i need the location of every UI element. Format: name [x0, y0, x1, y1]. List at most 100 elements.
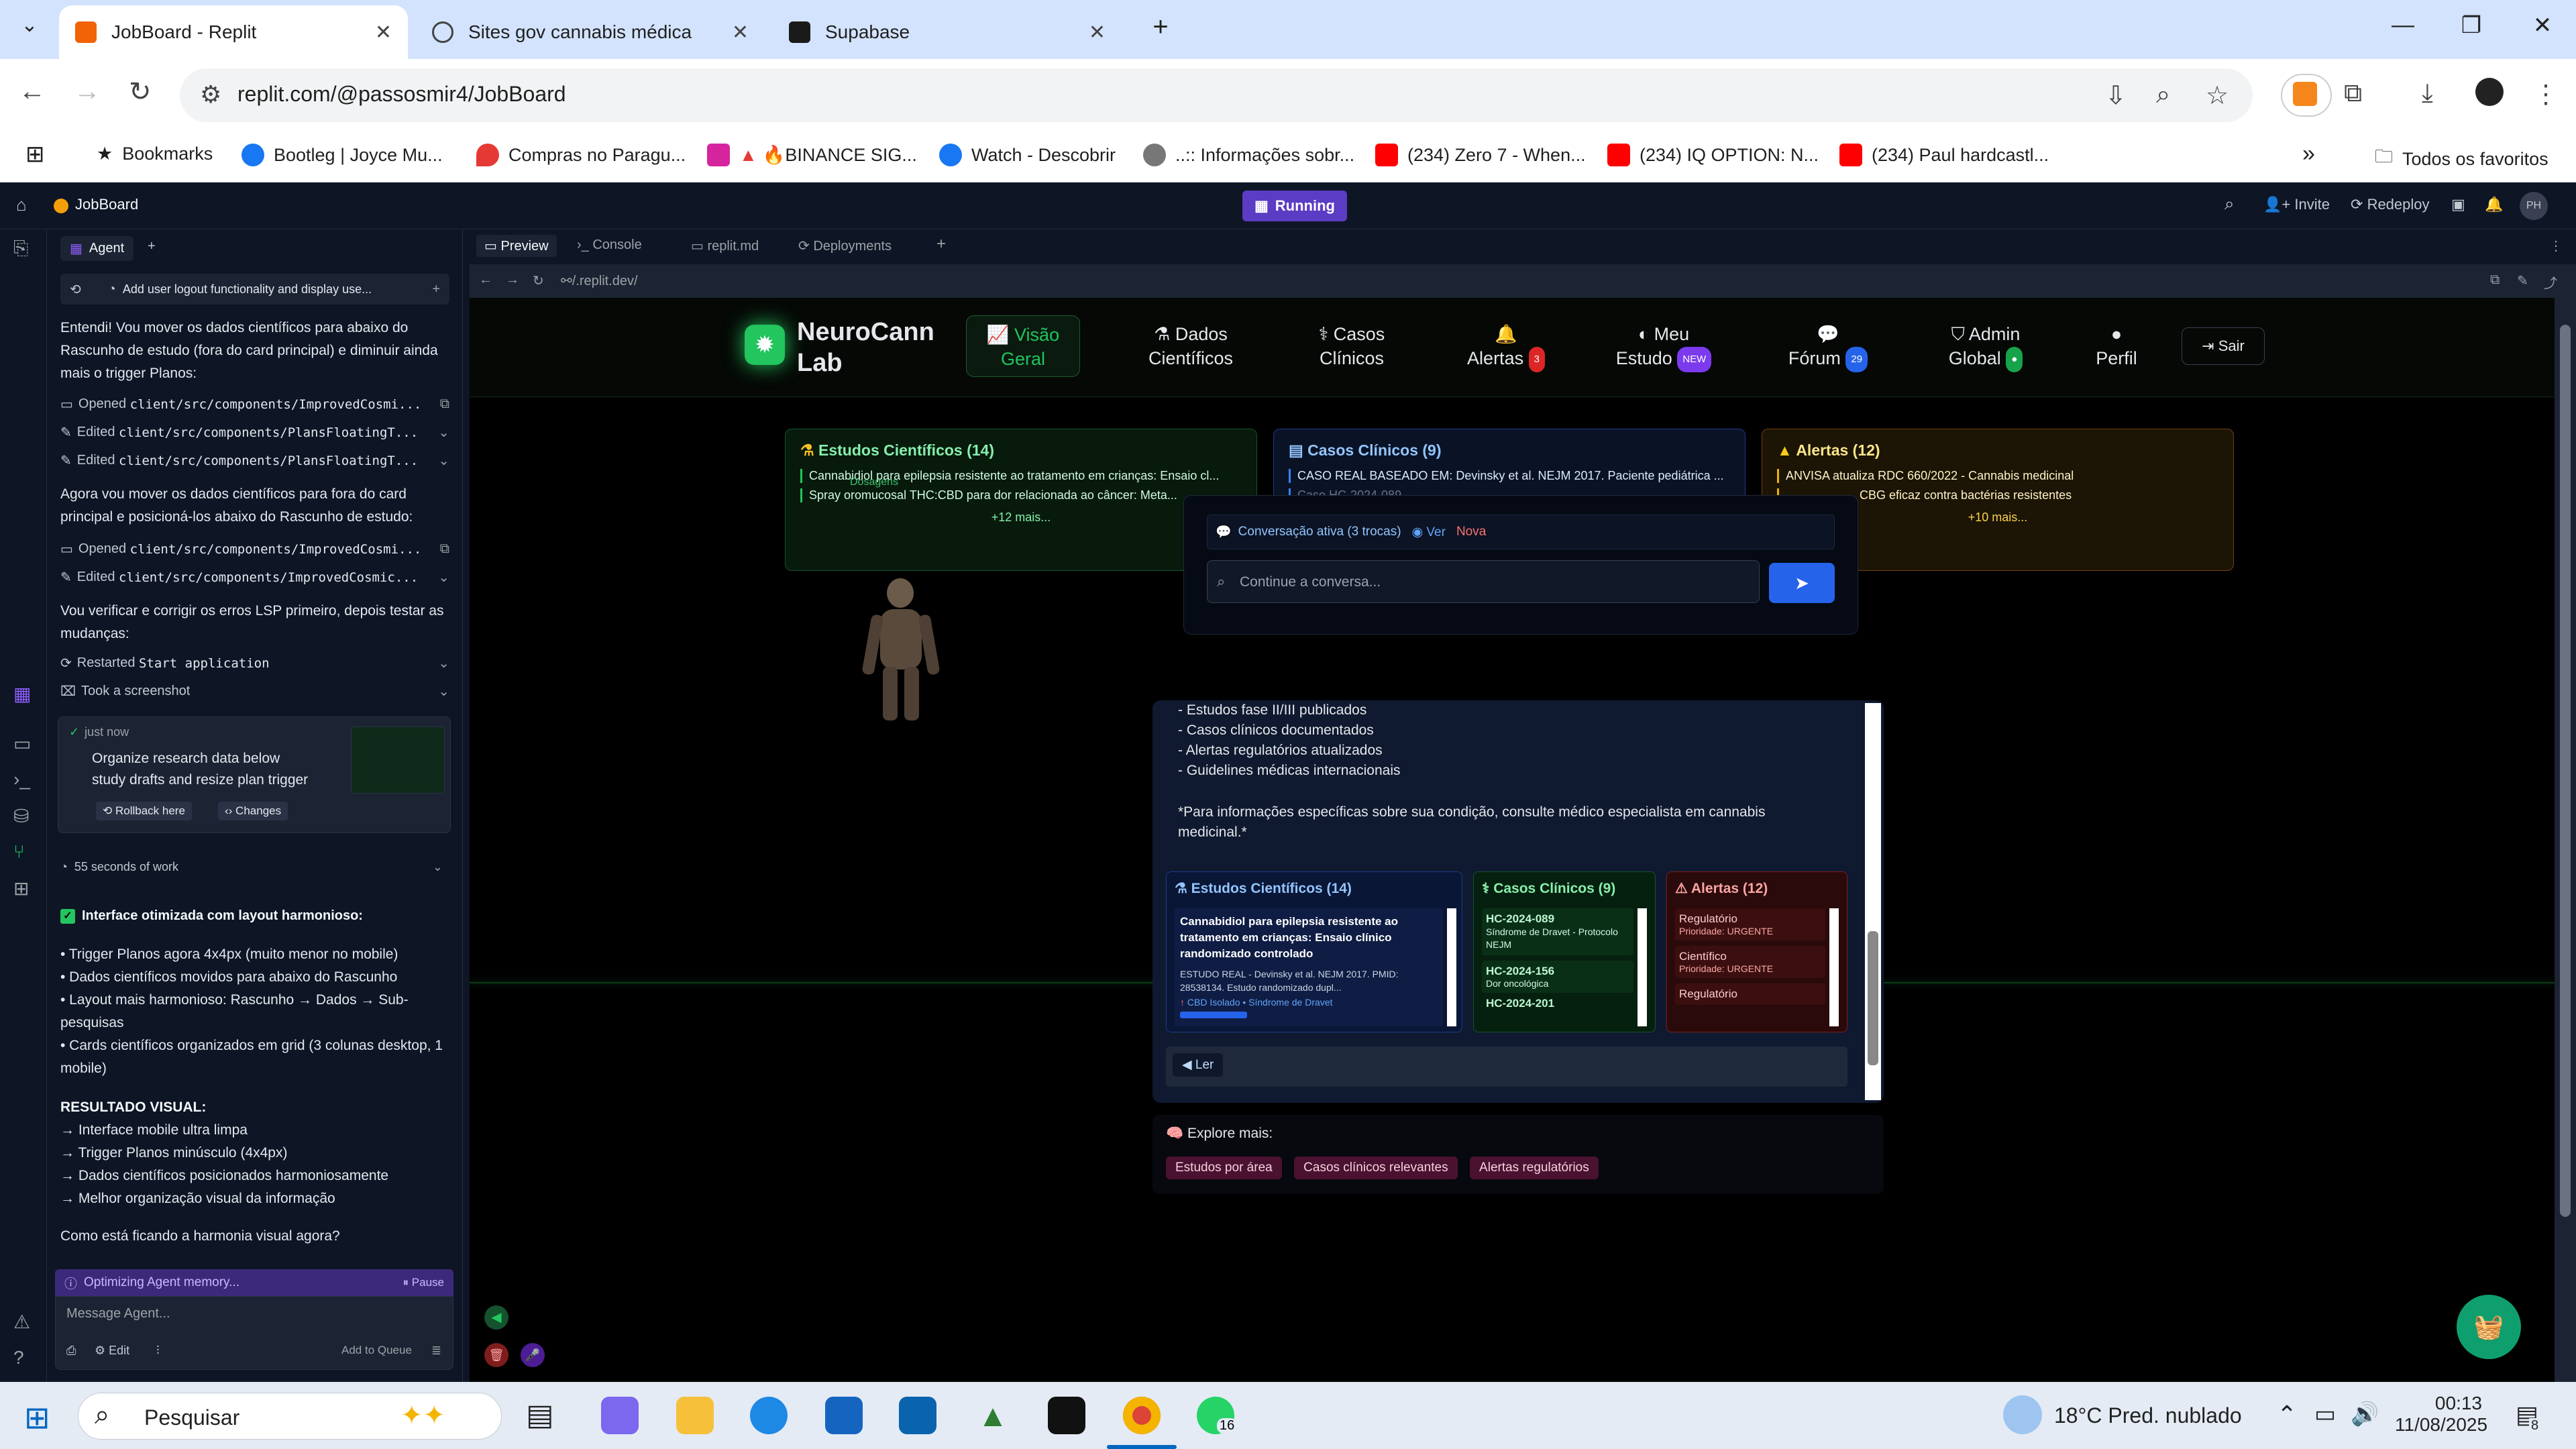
close-window-button[interactable]: ✕: [2522, 12, 2563, 39]
anatomy-figure-image[interactable]: [851, 572, 958, 726]
settings-icon[interactable]: ⫶: [156, 1344, 160, 1358]
action-row[interactable]: ⟳ Restarted Start application ⌄: [60, 655, 449, 672]
edit-icon[interactable]: ✎: [2517, 272, 2528, 289]
alerts-card-item[interactable]: ANVISA atualiza RDC 660/2022 - Cannabis …: [1777, 469, 2218, 483]
explore-chip[interactable]: Estudos por área: [1166, 1157, 1282, 1179]
task-view-icon[interactable]: ▤: [526, 1398, 554, 1432]
pause-button[interactable]: ⏸ Pause: [403, 1276, 444, 1289]
menu-icon[interactable]: ⋮: [2533, 79, 2559, 109]
help-icon[interactable]: ?: [13, 1347, 24, 1368]
mini-studies-scrollbar[interactable]: [1447, 908, 1456, 1026]
cases-card-item[interactable]: CASO REAL BASEADO EM: Devinsky et al. NE…: [1289, 469, 1730, 483]
back-icon[interactable]: ←: [19, 76, 46, 107]
preview-icon[interactable]: ▭: [13, 733, 31, 755]
attach-icon[interactable]: ⎙: [66, 1344, 76, 1358]
explore-chip[interactable]: Casos clínicos relevantes: [1294, 1157, 1458, 1179]
history-bar[interactable]: ⟲ ◔ Add user logout functionality and di…: [60, 274, 449, 305]
reload-icon[interactable]: ↻: [129, 76, 152, 107]
taskbar-search[interactable]: ⌕ Pesquisar ✦✦: [78, 1393, 502, 1440]
back-icon[interactable]: ←: [479, 272, 492, 288]
action-row[interactable]: ⌧ Took a screenshot ⌄: [60, 683, 449, 700]
url-field[interactable]: ⚙ replit.com/@passosmir4/JobBoard ⇩ ⌕ ☆: [180, 68, 2253, 122]
new-chat-icon[interactable]: +: [432, 282, 440, 297]
tray-chevron-icon[interactable]: ⌃: [2277, 1401, 2297, 1429]
bookmark-item[interactable]: (234) Zero 7 - When...: [1375, 144, 1586, 166]
tab-supabase[interactable]: Supabase ✕: [773, 5, 1122, 59]
chevron-down-icon[interactable]: ⌄: [438, 655, 449, 672]
bookmark-item[interactable]: ▲ 🔥BINANCE SIG...: [707, 144, 917, 166]
invite-button[interactable]: 👤+ Invite: [2263, 196, 2330, 213]
mini-case-item[interactable]: HC-2024-089 Síndrome de Dravet - Protoco…: [1482, 908, 1633, 955]
alert-icon[interactable]: ⚠: [13, 1311, 30, 1333]
chevron-down-icon[interactable]: ⌄: [438, 452, 449, 469]
mini-alert-type[interactable]: Regulatório: [1675, 983, 1825, 1005]
add-to-queue-button[interactable]: Add to Queue: [341, 1344, 412, 1357]
action-row[interactable]: ✎ Edited client/src/components/PlansFloat…: [60, 424, 449, 441]
whatsapp-icon[interactable]: 16: [1197, 1397, 1238, 1434]
action-row[interactable]: ✎ Edited client/src/components/PlansFloat…: [60, 452, 449, 469]
notification-icon[interactable]: ▤ 8: [2516, 1401, 2541, 1434]
outlook-icon[interactable]: [899, 1397, 936, 1434]
bookmark-item[interactable]: Watch - Descobrir: [939, 144, 1116, 166]
chevron-down-icon[interactable]: ⌄: [438, 683, 449, 700]
files-icon[interactable]: ⎘: [13, 237, 28, 260]
home-icon[interactable]: ⌂: [16, 195, 27, 215]
mini-cases-scrollbar[interactable]: [1638, 908, 1647, 1026]
volume-icon[interactable]: ◀: [484, 1305, 508, 1330]
profile-avatar[interactable]: [2475, 78, 2504, 106]
install-icon[interactable]: ⇩: [2105, 80, 2127, 111]
chevron-down-icon[interactable]: ⌄: [438, 569, 449, 586]
open-icon[interactable]: ⧉: [440, 396, 449, 412]
bookmark-item[interactable]: Compras no Paragu...: [476, 144, 686, 166]
star-icon[interactable]: ☆: [2206, 80, 2229, 111]
download-icon[interactable]: ⤓: [2422, 79, 2433, 108]
continue-input[interactable]: ⌕ Continue a conversa...: [1207, 560, 1760, 603]
pane-toggle-icon[interactable]: ▣: [2451, 196, 2465, 213]
nav-forum[interactable]: 💬 Fórum 29: [1771, 322, 1885, 372]
chevron-down-icon[interactable]: ⌄: [438, 424, 449, 441]
agent-icon[interactable]: ▦: [13, 683, 31, 705]
clock[interactable]: 00:13 11/08/2025: [2395, 1393, 2487, 1436]
bookmark-item[interactable]: Bootleg | Joyce Mu...: [241, 144, 443, 166]
rollback-button[interactable]: ⟲ Rollback here: [96, 802, 192, 820]
app-triangle-icon[interactable]: ▲: [974, 1397, 1012, 1434]
mini-alert-item[interactable]: Regulatório Prioridade: URGENTE: [1675, 908, 1825, 941]
apps-grid-icon[interactable]: ⊞: [13, 877, 29, 900]
weather-text[interactable]: 18°C Pred. nublado: [2054, 1403, 2242, 1428]
terminal-icon[interactable]: ›_: [13, 769, 30, 790]
bookmark-item[interactable]: ★ Bookmarks: [97, 144, 213, 164]
volume-icon[interactable]: 🔊: [2351, 1401, 2379, 1428]
nav-perfil[interactable]: ● Perfil: [2080, 322, 2153, 370]
changes-button[interactable]: ‹› Changes: [218, 802, 288, 820]
preview-scrollbar[interactable]: [2555, 298, 2576, 1382]
logout-button[interactable]: ⇥ Sair: [2182, 327, 2265, 365]
bookmarks-overflow-button[interactable]: »: [2302, 141, 2315, 167]
zoom-icon[interactable]: ⌕: [2156, 80, 2170, 109]
mini-case-id[interactable]: HC-2024-201: [1482, 993, 1633, 1014]
mini-case-item[interactable]: HC-2024-156 Dor oncológica: [1482, 961, 1633, 993]
explore-chip[interactable]: Alertas regulatórios: [1470, 1157, 1599, 1179]
work-time-row[interactable]: ◔ 55 seconds of work ⌄: [60, 860, 449, 874]
tab-console[interactable]: ›_ Console: [577, 237, 642, 253]
file-explorer-icon[interactable]: [676, 1397, 714, 1434]
tab-replit-md[interactable]: ▭ replit.md: [691, 237, 759, 254]
new-tab-button[interactable]: +: [1140, 12, 1181, 42]
agent-tab[interactable]: ▦ Agent: [60, 236, 134, 261]
preview-url[interactable]: ⚯/.replit.dev/: [561, 272, 638, 289]
close-icon[interactable]: ✕: [1089, 21, 1106, 44]
minimize-button[interactable]: —: [2383, 12, 2423, 38]
nav-visao-geral[interactable]: 📈 Visão Geral: [966, 315, 1080, 377]
puzzle-icon[interactable]: ⧉: [2344, 79, 2362, 108]
weather-icon[interactable]: [2003, 1395, 2042, 1434]
project-name[interactable]: JobBoard: [75, 196, 138, 213]
preview-scrollbar-thumb[interactable]: [2560, 325, 2571, 1217]
mini-alerts-scrollbar[interactable]: [1829, 908, 1839, 1026]
devices-icon[interactable]: ⧉: [2490, 272, 2500, 288]
tab-deployments[interactable]: ⟳ Deployments: [798, 237, 892, 254]
message-input[interactable]: Message Agent...: [66, 1306, 170, 1322]
chat-scrollbar[interactable]: [1865, 703, 1881, 1100]
new-conversation-button[interactable]: Nova: [1456, 525, 1486, 539]
brand-logo[interactable]: NeuroCann Lab: [797, 317, 934, 378]
action-row[interactable]: ▭ Opened client/src/components/ImprovedCo…: [60, 396, 449, 413]
chat-scrollbar-thumb[interactable]: [1868, 931, 1878, 1065]
